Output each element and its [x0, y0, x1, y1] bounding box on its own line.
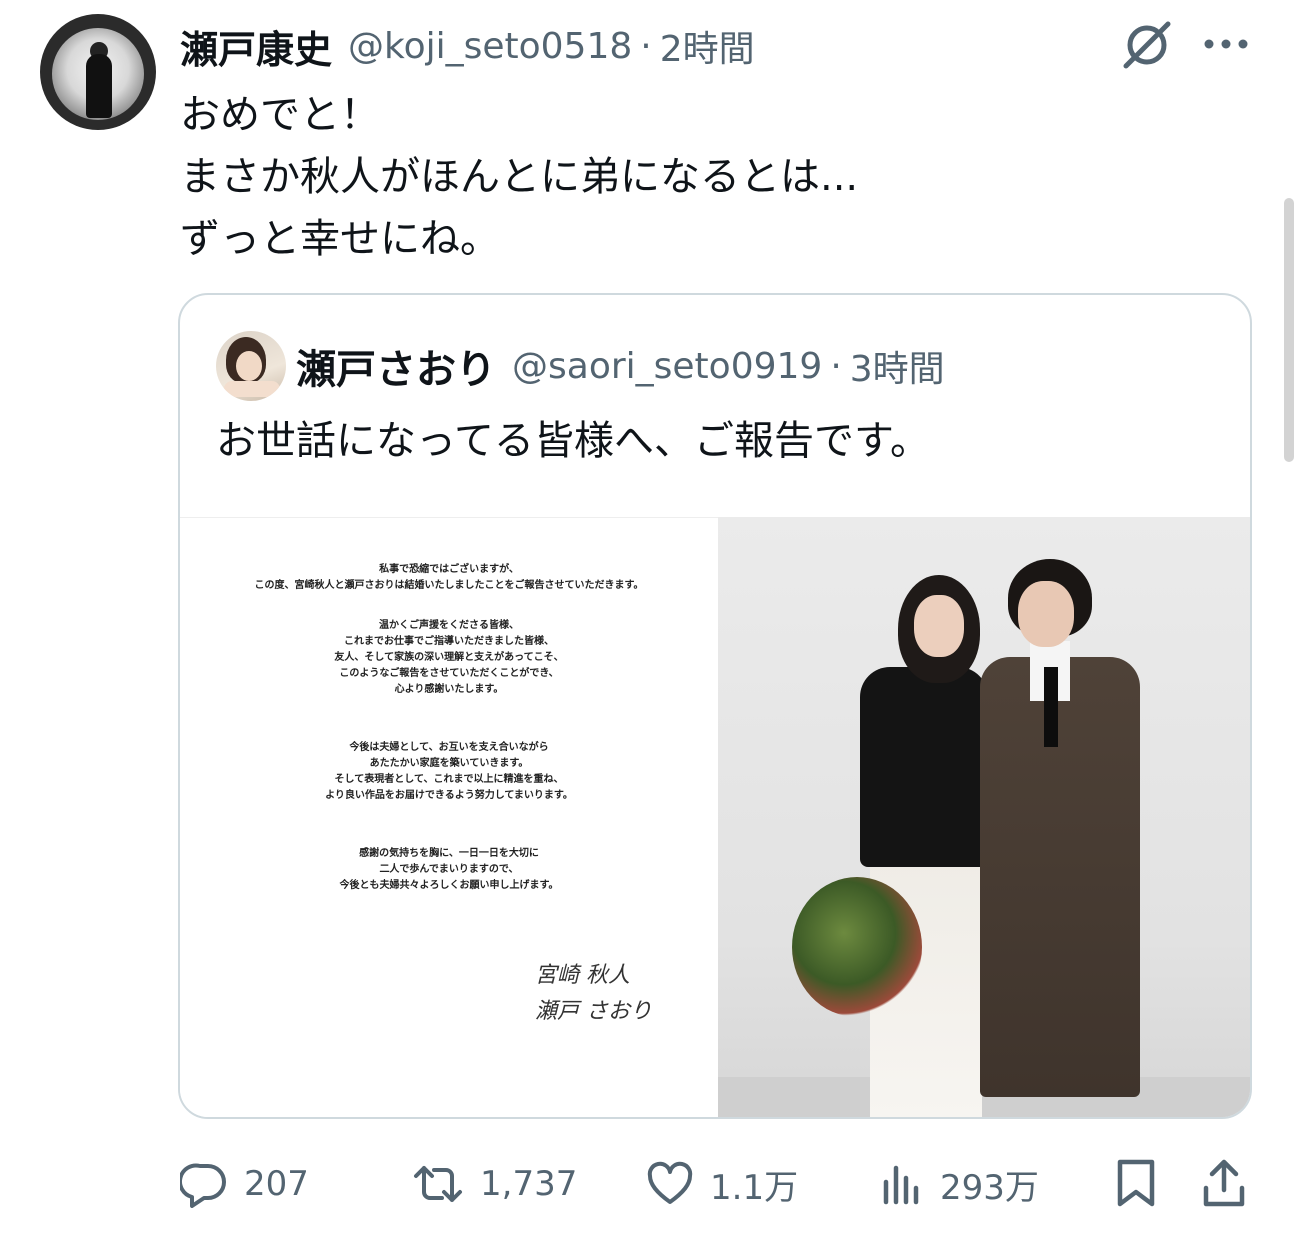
more-icon[interactable] [1198, 24, 1254, 64]
scrollbar[interactable] [1284, 198, 1294, 462]
quote-header: 瀬戸さおり @saori_seto0919 · 3時間 [296, 335, 945, 397]
quote-time[interactable]: 3時間 [850, 340, 945, 392]
letter-line: このようなご報告をさせていただくことができ、 [339, 668, 559, 679]
tweet-text-line: まさか秋人がほんとに弟になるとは... [180, 154, 859, 200]
like-button[interactable]: 1.1万 [646, 1152, 798, 1216]
tweet-header: 瀬戸康史 @koji_seto0518 · 2時間 [180, 20, 755, 72]
photo-groom-tie [1044, 667, 1058, 747]
like-icon [647, 1161, 693, 1204]
photo-groom-suit [980, 657, 1140, 1097]
reply-count: 207 [244, 1164, 309, 1204]
letter-line: あたたかい家庭を築いていきます。 [369, 758, 529, 769]
photo-bride-face [914, 595, 964, 657]
handwritten-signature: 宮崎 秋人 瀬戸 さおり [535, 958, 652, 1030]
separator-dot: · [830, 345, 842, 387]
repost-button[interactable]: 1,737 [412, 1152, 577, 1216]
separator-dot: · [640, 25, 652, 67]
quote-author-handle[interactable]: @saori_seto0919 [512, 346, 822, 387]
letter-line: 温かくご声援をくださる皆様、 [379, 620, 519, 631]
wedding-photo[interactable] [718, 517, 1250, 1117]
author-handle[interactable]: @koji_seto0518 [348, 26, 632, 67]
avatar-face [236, 351, 262, 381]
letter-line: 心より感謝いたします。 [394, 684, 504, 695]
tweet-text-line: ずっと幸せにね。 [180, 216, 500, 262]
letter-text: 私事で恐縮ではございますが、 この度、宮崎秋人と瀬戸さおりは結婚いたしましたこと… [180, 562, 718, 894]
signature-line: 瀬戸 さおり [535, 999, 652, 1024]
letter-line: 二人で歩んでまいりますので、 [379, 864, 519, 875]
letter-line: 私事で恐縮ではございますが、 [379, 564, 519, 575]
reply-icon [180, 1163, 226, 1208]
share-button[interactable] [1200, 1152, 1248, 1216]
quoted-tweet[interactable]: 瀬戸さおり @saori_seto0919 · 3時間 お世話になってる皆様へ、… [178, 293, 1252, 1119]
repost-icon [414, 1166, 462, 1202]
author-avatar[interactable] [40, 14, 156, 130]
tweet-text: おめでと！ まさか秋人がほんとに弟になるとは... ずっと幸せにね。 [180, 84, 1240, 270]
bookmark-icon [1117, 1159, 1155, 1207]
letter-line: より良い作品をお届けできるよう努力してまいります。 [325, 790, 573, 801]
reply-button[interactable]: 207 [180, 1152, 309, 1216]
grok-icon[interactable] [1118, 16, 1176, 74]
tweet-text-line: おめでと！ [180, 92, 380, 138]
tweet-time[interactable]: 2時間 [660, 20, 755, 72]
quote-author-name[interactable]: 瀬戸さおり [296, 337, 496, 395]
letter-line: 友人、そして家族の深い理解と支えがあってこそ、 [334, 652, 564, 663]
quote-text: お世話になってる皆様へ、ご報告です。 [216, 418, 930, 464]
like-count: 1.1万 [710, 1167, 799, 1208]
author-name[interactable]: 瀬戸康史 [180, 19, 332, 74]
share-icon [1203, 1159, 1245, 1207]
announcement-letter-image[interactable]: 私事で恐縮ではございますが、 この度、宮崎秋人と瀬戸さおりは結婚いたしましたこと… [180, 517, 718, 1117]
bookmark-button[interactable] [1114, 1152, 1158, 1216]
avatar-arm [224, 381, 280, 397]
letter-line: これまでお仕事でご指導いただきました皆様、 [344, 636, 554, 647]
letter-line: 今後は夫婦として、お互いを支え合いながら [349, 742, 549, 753]
avatar-figure [86, 54, 112, 118]
action-bar: 207 1,737 1.1万 293万 [180, 1152, 1260, 1216]
photo-bouquet [792, 877, 922, 1017]
photo-groom-face [1018, 581, 1074, 647]
repost-count: 1,737 [480, 1164, 578, 1204]
letter-line: 感謝の気持ちを胸に、一日一日を大切に [359, 848, 539, 859]
letter-line: そして表現者として、これまで以上に精進を重ね、 [334, 774, 564, 785]
views-button[interactable]: 293万 [880, 1152, 1039, 1216]
letter-line: この度、宮崎秋人と瀬戸さおりは結婚いたしましたことをご報告させていただきます。 [254, 580, 644, 591]
views-icon [883, 1165, 919, 1205]
views-count: 293万 [940, 1167, 1039, 1208]
quote-author-avatar[interactable] [216, 331, 286, 401]
photo-bride-jacket [860, 667, 988, 867]
signature-line: 宮崎 秋人 [535, 963, 630, 988]
letter-line: 今後とも夫婦共々よろしくお願い申し上げます。 [339, 880, 559, 891]
